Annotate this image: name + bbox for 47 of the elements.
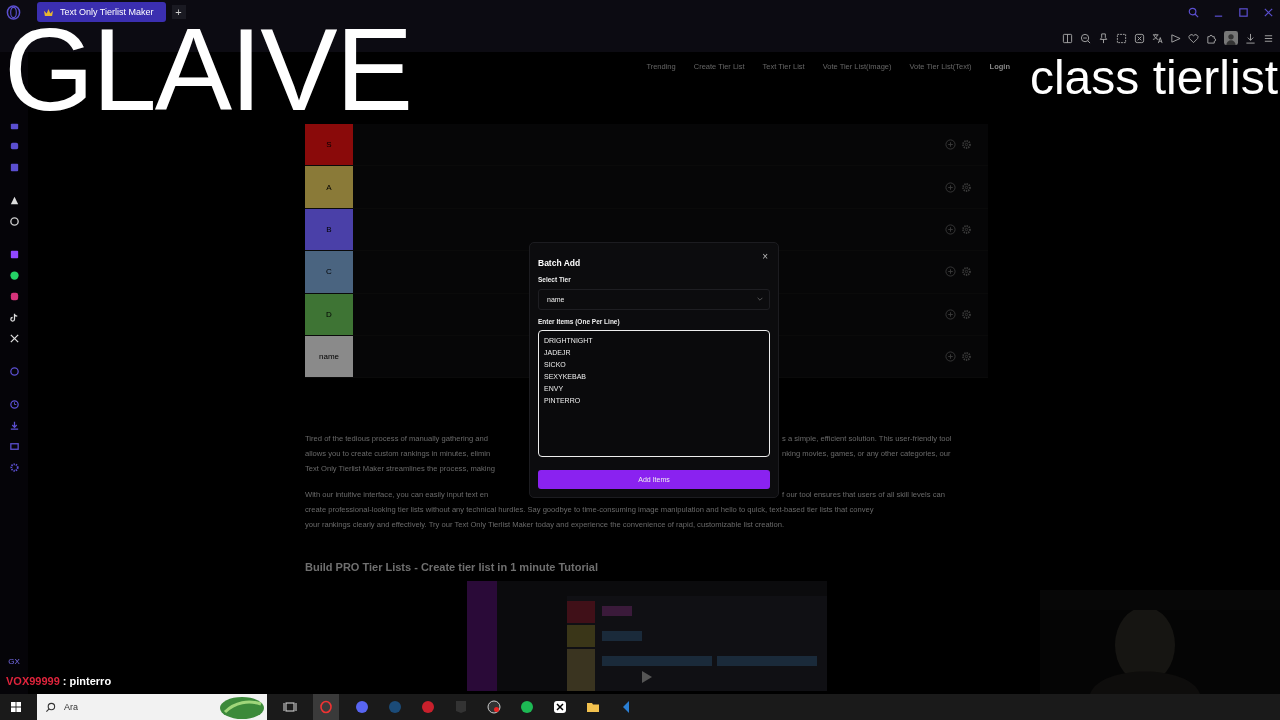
- tier-label[interactable]: B: [305, 208, 353, 251]
- tier-label[interactable]: A: [305, 166, 353, 208]
- avatar-icon[interactable]: [1224, 31, 1238, 45]
- heart-icon[interactable]: [1188, 32, 1199, 44]
- crown-icon: [43, 7, 54, 17]
- menu-icon[interactable]: [1263, 32, 1274, 44]
- browser-logo-icon[interactable]: [313, 694, 339, 720]
- browser-tab[interactable]: Text Only Tierlist Maker: [37, 2, 166, 22]
- tier-label[interactable]: name: [305, 335, 353, 378]
- x-logo-icon[interactable]: [8, 333, 20, 344]
- dialog-title: Batch Add: [538, 258, 581, 268]
- browser-logo-icon[interactable]: [6, 4, 21, 20]
- zoom-out-icon[interactable]: [1080, 32, 1091, 44]
- box-icon[interactable]: [8, 441, 20, 452]
- send-icon[interactable]: [1170, 32, 1181, 44]
- gx-label: GX: [8, 657, 20, 666]
- clock-icon[interactable]: [8, 399, 20, 410]
- pin-icon[interactable]: [1098, 32, 1109, 44]
- tutorial-heading: Build PRO Tier Lists - Create tier list in 1 minute Tutorial: [305, 561, 599, 574]
- chat-username: VOX99999: [6, 675, 60, 687]
- puzzle-icon[interactable]: [1206, 32, 1217, 44]
- maximize-icon[interactable]: [1238, 6, 1249, 18]
- leaf-icon: [217, 694, 267, 720]
- stream-subtitle: class tierlist: [1029, 54, 1278, 102]
- chat-message: : pinterro: [62, 675, 112, 687]
- close-icon[interactable]: [1263, 6, 1274, 18]
- download-icon[interactable]: [8, 420, 20, 431]
- search-field[interactable]: Ara: [37, 694, 267, 720]
- square-logo-icon[interactable]: [8, 162, 20, 173]
- chevron-down-icon: [757, 297, 763, 302]
- close-button[interactable]: ×: [760, 251, 770, 262]
- windows-logo-icon[interactable]: [10, 701, 22, 713]
- new-tab-button[interactable]: +: [171, 5, 186, 19]
- tier-label[interactable]: D: [305, 293, 353, 335]
- tier-label[interactable]: C: [305, 251, 353, 293]
- settings-icon[interactable]: [8, 462, 20, 473]
- search-icon[interactable]: [1188, 6, 1199, 18]
- shield-icon[interactable]: [1134, 32, 1145, 44]
- translate-icon[interactable]: [1152, 32, 1163, 44]
- split-view-icon[interactable]: [1062, 32, 1073, 44]
- snapshot-icon[interactable]: [1116, 32, 1127, 44]
- triangle-logo-icon[interactable]: [8, 195, 20, 206]
- search-icon: [45, 701, 56, 713]
- recorder-icon[interactable]: [484, 697, 504, 717]
- download-icon[interactable]: [1245, 32, 1256, 44]
- tiktok-icon[interactable]: [8, 312, 20, 323]
- stream-title: GLAIVE: [4, 26, 412, 114]
